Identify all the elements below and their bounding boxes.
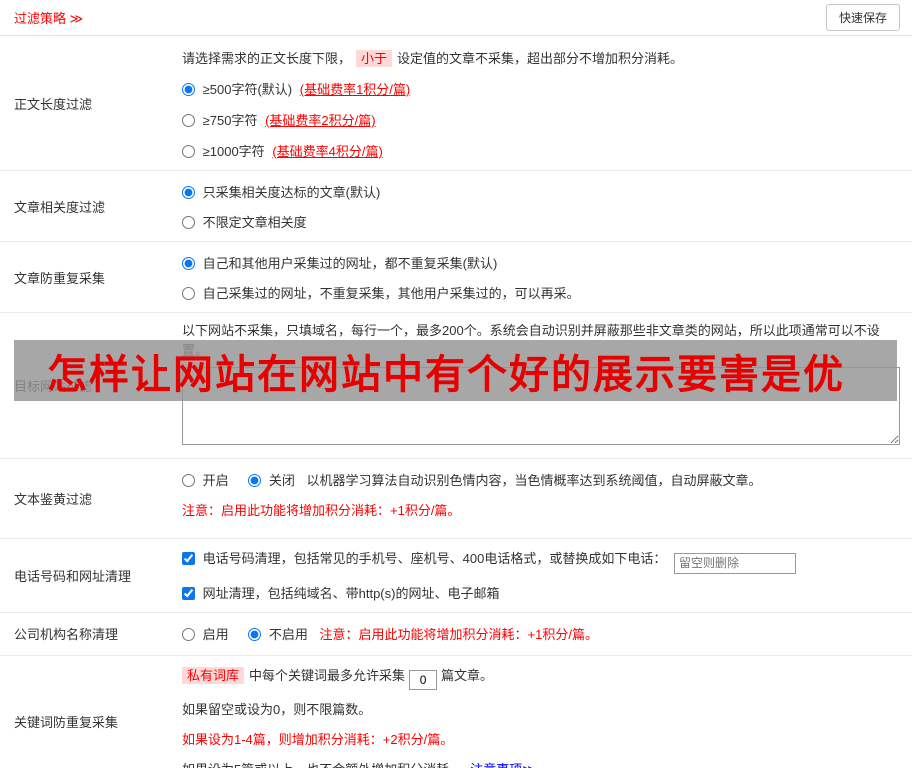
option-label: 自己和其他用户采集过的网址，都不重复采集(默认) — [202, 256, 498, 271]
replacement-phone-input[interactable] — [673, 552, 796, 574]
rate-note-2[interactable]: (基础费率2积分/篇) — [265, 113, 376, 128]
checkbox-phone-clean[interactable] — [182, 552, 195, 565]
length-option-500: ≥500字符(默认) (基础费率1积分/篇) — [182, 80, 900, 100]
radio-750-chars[interactable] — [182, 114, 195, 127]
keyword-count-input[interactable] — [409, 669, 438, 690]
row-keyword-dedup: 关键词防重复采集 私有词库中每个关键词最多允许采集 篇文章。 如果留空或设为0，则… — [0, 656, 912, 768]
option-label: 启用 — [202, 626, 229, 642]
porn-filter-warning: 注意：启用此功能将增加积分消耗：+1积分/篇。 — [182, 503, 461, 518]
intro-text-post: 设定值的文章不采集，超出部分不增加积分消耗。 — [397, 51, 684, 66]
radio-1000-chars[interactable] — [182, 145, 195, 158]
radio-dedup-all-users[interactable] — [182, 257, 195, 270]
dedup-option-all-users: 自己和其他用户采集过的网址，都不重复采集(默认) — [182, 254, 900, 274]
row-length-filter: 正文长度过滤 请选择需求的正文长度下限， 小于 设定值的文章不采集，超出部分不增加积… — [0, 36, 912, 171]
less-than-highlight: 小于 — [356, 50, 393, 67]
option-label: 开启 — [202, 473, 229, 488]
relevance-option-any: 不限定文章相关度 — [182, 213, 900, 233]
option-label: 关闭 — [268, 473, 295, 488]
keyword-dedup-line3: 如果设为1-4篇，则增加积分消耗：+2积分/篇。 — [182, 731, 454, 747]
relevance-option-strict: 只采集相关度达标的文章(默认) — [182, 183, 900, 203]
radio-500-chars[interactable] — [182, 83, 195, 96]
dedup-filter-label: 文章防重复采集 — [14, 270, 106, 286]
company-clean-label: 公司机构名称清理 — [14, 627, 119, 642]
radio-dedup-self-only[interactable] — [182, 287, 195, 300]
row-porn-filter: 文本鉴黄过滤 开启 关闭 以机器学习算法自动识别色情内容，当色情概率达到系统阈值… — [0, 459, 912, 539]
rate-note-3[interactable]: (基础费率4积分/篇) — [272, 144, 383, 159]
option-label: 不启用 — [268, 626, 308, 642]
keyword-dedup-label: 关键词防重复采集 — [14, 715, 119, 730]
option-label: ≥1000字符 — [202, 144, 265, 159]
spam-overlay-banner: 怎样让网站在网站中有个好的展示要害是优 — [14, 340, 897, 401]
radio-porn-on[interactable] — [182, 474, 195, 487]
page-title[interactable]: 过滤策略 ≫ — [14, 8, 83, 27]
filter-strategy-page: 过滤策略 ≫ 快速保存 正文长度过滤 请选择需求的正文长度下限， 小于 设定值的文章… — [0, 0, 912, 768]
length-filter-intro: 请选择需求的正文长度下限， 小于 设定值的文章不采集，超出部分不增加积分消耗。 — [182, 49, 900, 69]
keyword-line1-post: 篇文章。 — [441, 667, 494, 683]
length-option-1000: ≥1000字符 (基础费率4积分/篇) — [182, 142, 900, 162]
row-relevance-filter: 文章相关度过滤 只采集相关度达标的文章(默认) 不限定文章相关度 — [0, 171, 912, 242]
radio-relevance-strict[interactable] — [182, 186, 195, 199]
porn-filter-desc: 以机器学习算法自动识别色情内容，当色情概率达到系统阈值，自动屏蔽文章。 — [306, 473, 762, 488]
option-label: 电话号码清理，包括常见的手机号、座机号、400电话格式，或替换成如下电话： — [202, 551, 667, 566]
keyword-dedup-line2: 如果留空或设为0，则不限篇数。 — [182, 701, 372, 717]
row-company-clean: 公司机构名称清理 启用 不启用 注意：启用此功能将增加积分消耗：+1积分/篇。 — [0, 613, 912, 656]
spam-overlay-text: 怎样让网站在网站中有个好的展示要害是优 — [47, 352, 845, 397]
porn-filter-options: 开启 关闭 以机器学习算法自动识别色情内容，当色情概率达到系统阈值，自动屏蔽文章… — [182, 471, 900, 491]
intro-text-pre: 请选择需求的正文长度下限， — [182, 51, 352, 66]
quick-save-button[interactable]: 快速保存 — [825, 4, 900, 31]
dedup-option-self-only: 自己采集过的网址，不重复采集，其他用户采集过的，可以再采。 — [182, 284, 900, 304]
company-clean-options: 启用 不启用 注意：启用此功能将增加积分消耗：+1积分/篇。 — [182, 625, 900, 645]
length-filter-label: 正文长度过滤 — [14, 96, 93, 112]
rate-note-1[interactable]: (基础费率1积分/篇) — [300, 82, 411, 97]
porn-filter-label: 文本鉴黄过滤 — [14, 492, 93, 507]
company-clean-warning: 注意：启用此功能将增加积分消耗：+1积分/篇。 — [319, 626, 598, 642]
row-phone-url-clean: 电话号码和网址清理 电话号码清理，包括常见的手机号、座机号、400电话格式，或替… — [0, 539, 912, 613]
url-clean-option: 网址清理，包括纯域名、带http(s)的网址、电子邮箱 — [182, 584, 900, 604]
option-label: 不限定文章相关度 — [202, 215, 307, 230]
page-header: 过滤策略 ≫ 快速保存 — [0, 0, 912, 36]
option-label: ≥750字符 — [202, 113, 258, 128]
length-option-750: ≥750字符 (基础费率2积分/篇) — [182, 111, 900, 131]
checkbox-url-clean[interactable] — [182, 586, 195, 600]
private-lexicon-highlight: 私有词库 — [182, 666, 245, 684]
relevance-filter-label: 文章相关度过滤 — [14, 199, 106, 215]
option-label: ≥500字符(默认) — [202, 82, 293, 97]
keyword-dedup-line4: 如果设为5篇或以上，也不会额外增加积分消耗。 注意事项≫ — [182, 760, 900, 768]
phone-url-clean-label: 电话号码和网址清理 — [14, 568, 132, 584]
row-dedup-filter: 文章防重复采集 自己和其他用户采集过的网址，都不重复采集(默认) 自己采集过的网… — [0, 242, 912, 313]
keyword-line4-text: 如果设为5篇或以上，也不会额外增加积分消耗。 — [182, 762, 462, 768]
radio-relevance-any[interactable] — [182, 216, 195, 229]
keyword-line1-mid: 中每个关键词最多允许采集 — [249, 667, 406, 683]
phone-clean-option: 电话号码清理，包括常见的手机号、座机号、400电话格式，或替换成如下电话： — [182, 549, 900, 574]
keyword-dedup-line1: 私有词库中每个关键词最多允许采集 篇文章。 — [182, 666, 900, 690]
option-label: 只采集相关度达标的文章(默认) — [202, 185, 381, 200]
radio-company-on[interactable] — [182, 627, 195, 641]
option-label: 自己采集过的网址，不重复采集，其他用户采集过的，可以再采。 — [202, 286, 580, 301]
radio-porn-off[interactable] — [248, 474, 262, 487]
notes-link[interactable]: 注意事项≫ — [470, 762, 536, 768]
radio-company-off[interactable] — [248, 627, 262, 641]
option-label: 网址清理，包括纯域名、带http(s)的网址、电子邮箱 — [202, 585, 500, 601]
